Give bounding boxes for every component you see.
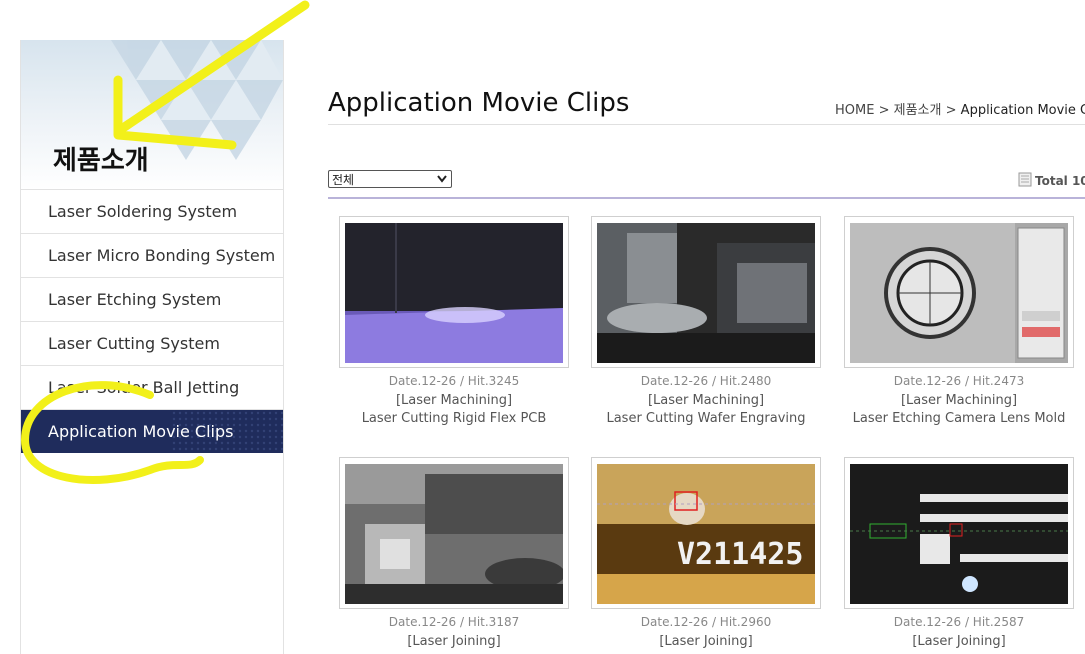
clip-title[interactable]: Laser Cutting Wafer Engraving — [591, 411, 821, 426]
clip-thumbnail[interactable] — [339, 457, 569, 609]
clip-category: [Laser Joining] — [659, 634, 753, 649]
document-icon — [1018, 172, 1032, 187]
category-select[interactable]: 전체 — [328, 170, 452, 188]
breadcrumb-separator: > — [945, 103, 957, 118]
sidebar: 제품소개 Laser Soldering System Laser Micro … — [20, 40, 284, 654]
total-label: Total 10 — [1035, 174, 1085, 188]
sidebar-item-application-movie-clips[interactable]: Application Movie Clips — [21, 409, 283, 453]
clip-meta: Date.12-26 / Hit.2960 — [640, 615, 772, 629]
video-thumbnail-image — [345, 223, 563, 363]
clip-meta: Date.12-26 / Hit.3245 — [388, 374, 520, 388]
clip-category: [Laser Joining] — [912, 634, 1006, 649]
video-thumbnail-image: V211425 — [597, 464, 815, 604]
sidebar-item-laser-soldering[interactable]: Laser Soldering System — [21, 189, 283, 233]
clip-category: [Laser Machining] — [647, 393, 765, 408]
clip-card[interactable]: Date.12-26 / Hit.2587 [Laser Joining] — [844, 457, 1074, 649]
clip-title[interactable]: Laser Etching Camera Lens Mold — [844, 411, 1074, 426]
sidebar-item-laser-etching[interactable]: Laser Etching System — [21, 277, 283, 321]
thumbnail-overlay-text: V211425 — [677, 537, 803, 572]
breadcrumb: HOME > 제품소개 > Application Movie Cli — [835, 99, 1085, 118]
sidebar-item-laser-micro-bonding[interactable]: Laser Micro Bonding System — [21, 233, 283, 277]
sidebar-item-solder-ball-jetting[interactable]: Laser Solder Ball Jetting — [21, 365, 283, 409]
clip-title[interactable]: Laser Cutting Rigid Flex PCB — [339, 411, 569, 426]
clip-category: [Laser Machining] — [395, 393, 513, 408]
clip-card[interactable]: Date.12-26 / Hit.2480 [Laser Machining] … — [591, 216, 821, 426]
breadcrumb-current: Application Movie Cli — [960, 103, 1085, 118]
chevron-down-icon — [437, 175, 447, 183]
clip-category: [Laser Joining] — [407, 634, 501, 649]
clip-meta: Date.12-26 / Hit.3187 — [388, 615, 520, 629]
clip-card[interactable]: Date.12-26 / Hit.3187 [Laser Joining] — [339, 457, 569, 649]
sidebar-title: 제품소개 — [53, 146, 149, 176]
breadcrumb-section[interactable]: 제품소개 — [894, 103, 942, 118]
clip-meta: Date.12-26 / Hit.2587 — [893, 615, 1025, 629]
clip-card[interactable]: V211425 Date.12-26 / Hit.2960 [Laser Joi… — [591, 457, 821, 649]
clip-card[interactable]: Date.12-26 / Hit.2473 [Laser Machining] … — [844, 216, 1074, 426]
page-title: Application Movie Clips — [328, 88, 630, 118]
clip-thumbnail[interactable] — [591, 216, 821, 368]
clip-card[interactable]: Date.12-26 / Hit.3245 [Laser Machining] … — [339, 216, 569, 426]
category-select-value: 전체 — [332, 173, 355, 187]
breadcrumb-separator: > — [878, 103, 890, 118]
sidebar-header-banner: 제품소개 — [21, 40, 283, 190]
sidebar-item-laser-cutting[interactable]: Laser Cutting System — [21, 321, 283, 365]
video-thumbnail-image — [345, 464, 563, 604]
breadcrumb-home[interactable]: HOME — [835, 103, 874, 118]
video-thumbnail-image — [850, 223, 1068, 363]
clip-thumbnail[interactable] — [844, 216, 1074, 368]
clip-category: [Laser Machining] — [900, 393, 1018, 408]
video-thumbnail-image — [597, 223, 815, 363]
clip-thumbnail[interactable] — [339, 216, 569, 368]
sidebar-item-label: Application Movie Clips — [48, 422, 234, 441]
clip-thumbnail[interactable] — [844, 457, 1074, 609]
clip-thumbnail[interactable]: V211425 — [591, 457, 821, 609]
title-divider — [328, 124, 1085, 125]
sidebar-menu: Laser Soldering System Laser Micro Bondi… — [21, 189, 283, 453]
filter-divider — [328, 197, 1085, 199]
total-count: Total 10 — [1018, 172, 1085, 188]
clip-meta: Date.12-26 / Hit.2480 — [640, 374, 772, 388]
video-thumbnail-image — [850, 464, 1068, 604]
clip-meta: Date.12-26 / Hit.2473 — [893, 374, 1025, 388]
